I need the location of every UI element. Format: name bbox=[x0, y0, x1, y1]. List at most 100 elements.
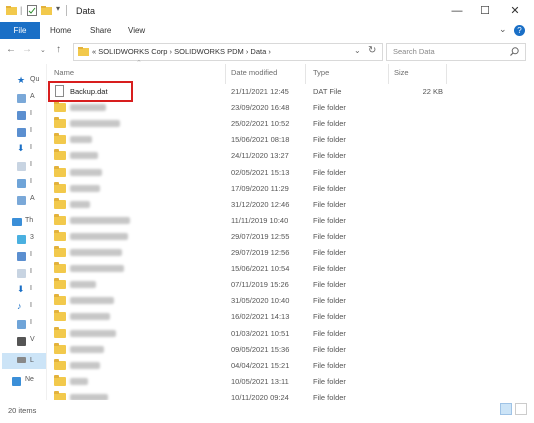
table-row[interactable]: 24/11/2020 13:27 File folder bbox=[48, 148, 488, 164]
sidebar-item-downloads[interactable]: ⬇ I bbox=[17, 143, 45, 155]
column-divider[interactable] bbox=[305, 64, 306, 84]
address-bar[interactable]: « SOLIDWORKS Corp › SOLIDWORKS PDM › Dat… bbox=[73, 43, 383, 61]
table-row[interactable]: 25/02/2021 10:52 File folder bbox=[48, 116, 488, 132]
address-dropdown-icon[interactable]: ⌄ bbox=[354, 46, 361, 55]
sidebar-item-pictures[interactable]: I bbox=[17, 319, 45, 330]
column-divider[interactable] bbox=[446, 64, 447, 84]
sidebar-item-local-disk[interactable]: L bbox=[2, 353, 46, 369]
redacted-file-name bbox=[70, 361, 100, 369]
column-divider[interactable] bbox=[225, 64, 226, 84]
recent-locations-icon[interactable]: ⌄ bbox=[40, 46, 46, 54]
folder-icon bbox=[54, 165, 66, 177]
table-row[interactable]: 16/02/2021 14:13 File folder bbox=[48, 309, 488, 325]
sidebar-item-drive[interactable]: I bbox=[17, 110, 45, 121]
folder-icon bbox=[54, 342, 66, 354]
breadcrumb-separator[interactable]: › bbox=[268, 47, 271, 56]
forward-icon[interactable]: → bbox=[22, 44, 32, 55]
breadcrumb-item-solidworks-pdm[interactable]: SOLIDWORKS PDM bbox=[174, 47, 244, 56]
column-header-type[interactable]: Type bbox=[313, 68, 329, 77]
details-view-icon[interactable] bbox=[500, 403, 512, 415]
table-row[interactable]: 23/09/2020 16:48 File folder bbox=[48, 100, 488, 116]
table-row[interactable]: 01/03/2021 10:51 File folder bbox=[48, 326, 488, 342]
sidebar-item-documents[interactable]: I bbox=[17, 161, 45, 172]
new-folder-icon[interactable] bbox=[41, 6, 52, 15]
breadcrumb-separator[interactable]: › bbox=[170, 47, 173, 56]
table-row[interactable]: 11/11/2019 10:40 File folder bbox=[48, 213, 488, 229]
date-modified: 24/11/2020 13:27 bbox=[231, 151, 289, 161]
date-modified: 11/11/2019 10:40 bbox=[231, 215, 289, 225]
column-header-size[interactable]: Size bbox=[394, 68, 409, 77]
maximize-button[interactable]: ☐ bbox=[472, 3, 498, 19]
redacted-file-name bbox=[70, 345, 104, 353]
tab-share[interactable]: Share bbox=[90, 22, 111, 39]
column-divider[interactable] bbox=[388, 64, 389, 84]
column-header-name[interactable]: Name bbox=[54, 68, 74, 77]
date-modified: 23/09/2020 16:48 bbox=[231, 103, 290, 113]
large-icons-view-icon[interactable] bbox=[515, 403, 527, 415]
quick-access-dropdown-icon[interactable]: ▾ bbox=[56, 4, 60, 13]
breadcrumb-separator[interactable]: › bbox=[246, 47, 249, 56]
date-modified: 29/07/2019 12:55 bbox=[231, 231, 290, 241]
date-modified: 02/05/2021 15:13 bbox=[231, 167, 290, 177]
folder-icon bbox=[54, 229, 66, 241]
redacted-file-name bbox=[70, 168, 102, 176]
breadcrumb-item-data[interactable]: Data bbox=[250, 47, 266, 56]
table-row[interactable]: 29/07/2019 12:55 File folder bbox=[48, 229, 488, 245]
search-box[interactable]: Search Data bbox=[386, 43, 526, 61]
tab-view[interactable]: View bbox=[128, 22, 145, 39]
sidebar-item-drive[interactable]: I bbox=[17, 127, 45, 138]
file-type: File folder bbox=[313, 135, 346, 145]
date-modified: 16/02/2021 14:13 bbox=[231, 312, 290, 322]
table-row[interactable]: 09/05/2021 15:36 File folder bbox=[48, 342, 488, 358]
redacted-file-name bbox=[70, 313, 110, 321]
folder-icon bbox=[54, 310, 66, 322]
sidebar-item-3d-objects[interactable]: 3 bbox=[17, 234, 45, 245]
sidebar-item-drive[interactable]: I bbox=[17, 251, 45, 262]
table-row[interactable]: 15/06/2021 08:18 File folder bbox=[48, 132, 488, 148]
file-type: File folder bbox=[313, 296, 346, 306]
refresh-icon[interactable]: ↻ bbox=[368, 45, 376, 56]
table-row[interactable]: 04/04/2021 15:21 File folder bbox=[48, 358, 488, 374]
file-type: File folder bbox=[313, 376, 346, 386]
sidebar-item-pictures[interactable]: I bbox=[17, 178, 45, 189]
help-icon[interactable]: ? bbox=[514, 25, 525, 36]
redacted-file-name bbox=[70, 152, 98, 160]
tab-file[interactable]: File bbox=[0, 22, 40, 39]
sidebar-item-downloads[interactable]: ⬇ I bbox=[17, 284, 45, 296]
breadcrumb-item-solidworks-corp[interactable]: SOLIDWORKS Corp bbox=[98, 47, 167, 56]
file-type: File folder bbox=[313, 344, 346, 354]
table-row[interactable]: 29/07/2019 12:56 File folder bbox=[48, 245, 488, 261]
close-button[interactable]: ✕ bbox=[502, 3, 528, 19]
sidebar-item-videos[interactable]: V bbox=[17, 336, 45, 347]
disk-icon bbox=[17, 357, 26, 363]
sidebar-item-network[interactable]: Ne bbox=[12, 376, 40, 387]
sidebar-item-this-pc[interactable]: Th bbox=[12, 217, 40, 228]
table-row[interactable]: 17/09/2020 11:29 File folder bbox=[48, 181, 488, 197]
tab-home[interactable]: Home bbox=[50, 22, 71, 39]
redacted-file-name bbox=[70, 104, 106, 112]
sidebar-item-music[interactable]: ♪ I bbox=[17, 301, 45, 313]
sidebar-item-documents[interactable]: I bbox=[17, 268, 45, 279]
download-icon: ⬇ bbox=[17, 143, 26, 153]
breadcrumb-prefix[interactable]: « bbox=[92, 47, 96, 56]
table-row[interactable]: 02/05/2021 15:13 File folder bbox=[48, 165, 488, 181]
table-row[interactable]: 07/11/2019 15:26 File folder bbox=[48, 277, 488, 293]
sidebar-item-app[interactable]: A bbox=[17, 93, 45, 104]
folder-icon bbox=[54, 101, 66, 113]
properties-icon[interactable] bbox=[27, 5, 37, 16]
table-row[interactable]: 31/12/2020 12:46 File folder bbox=[48, 197, 488, 213]
table-row[interactable]: 10/05/2021 13:11 File folder bbox=[48, 374, 488, 390]
table-row[interactable]: 31/05/2020 10:40 File folder bbox=[48, 293, 488, 309]
expand-ribbon-icon[interactable]: ⌄ bbox=[499, 24, 507, 35]
back-icon[interactable]: ← bbox=[6, 44, 16, 55]
minimize-button[interactable]: — bbox=[444, 3, 470, 19]
column-header-date-modified[interactable]: Date modified bbox=[231, 68, 277, 77]
search-icon[interactable] bbox=[510, 47, 519, 56]
up-icon[interactable]: ↑ bbox=[56, 44, 61, 55]
redacted-file-name bbox=[70, 232, 128, 240]
redacted-file-name bbox=[70, 136, 92, 144]
sidebar-item-quick-access[interactable]: ★ Qu bbox=[17, 75, 45, 87]
table-row[interactable]: 15/06/2021 10:54 File folder bbox=[48, 261, 488, 277]
sidebar-item-app[interactable]: A bbox=[17, 195, 45, 206]
redacted-file-name bbox=[70, 200, 90, 208]
